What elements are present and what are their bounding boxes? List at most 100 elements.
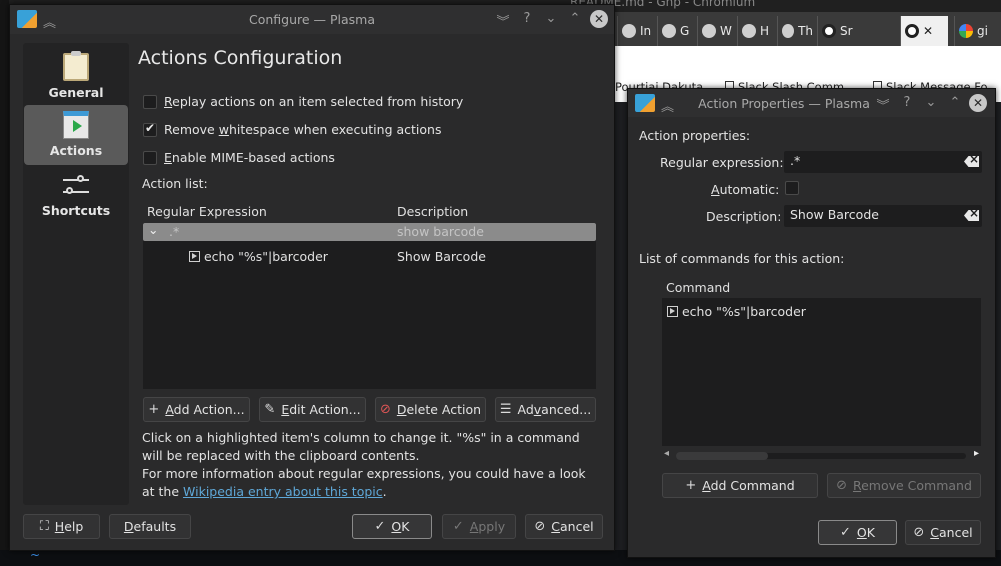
- tab-favicon-icon: [622, 24, 636, 38]
- minimize-icon[interactable]: ⌄: [543, 11, 559, 26]
- keep-below-icon[interactable]: ︾: [875, 95, 891, 114]
- tab-favicon-icon: [782, 24, 795, 38]
- edit-action-button[interactable]: ✎ Edit Action...: [259, 397, 366, 422]
- close-icon[interactable]: ✕: [969, 94, 987, 112]
- ok-button[interactable]: ✓ OK: [352, 514, 432, 539]
- row-regex: .*: [169, 224, 180, 239]
- commands-label: List of commands for this action:: [639, 251, 845, 266]
- cancel-circle-icon: ⊘: [534, 519, 546, 534]
- check-icon: ✓: [374, 519, 386, 534]
- plus-icon: +: [685, 478, 697, 493]
- cancel-button[interactable]: ⊘ Cancel: [525, 514, 603, 539]
- mime-option[interactable]: Enable MIME-based actions: [143, 150, 335, 165]
- column-header-command[interactable]: Command: [666, 280, 730, 295]
- ok-button[interactable]: ✓ OK: [818, 520, 897, 545]
- maximize-icon[interactable]: ⌃: [947, 95, 963, 110]
- row-description: show barcode: [397, 224, 484, 239]
- cancel-button[interactable]: ⊘ Cancel: [905, 520, 981, 545]
- remove-whitespace-option[interactable]: Remove whitespace when executing actions: [143, 121, 442, 137]
- browser-tab[interactable]: Sr: [817, 16, 857, 46]
- scroll-left-icon[interactable]: ◂: [664, 448, 669, 459]
- help-question-icon[interactable]: ?: [899, 95, 915, 110]
- horizontal-scrollbar[interactable]: ◂ ▸: [662, 448, 981, 463]
- check-icon: ✓: [840, 525, 851, 540]
- mime-checkbox[interactable]: [143, 150, 157, 165]
- browser-tab[interactable]: In: [617, 16, 657, 46]
- category-label: Shortcuts: [41, 203, 111, 218]
- delete-action-button[interactable]: ⊘ Delete Action: [375, 397, 486, 422]
- category-label: Actions: [49, 143, 103, 158]
- check-icon: ✓: [452, 519, 464, 534]
- tab-close-icon[interactable]: ✕: [923, 24, 933, 38]
- configure-titlebar[interactable]: ︽ Configure — Plasma ︾ ? ⌄ ⌃ ✕: [10, 5, 614, 34]
- pencil-icon: ✎: [264, 402, 276, 417]
- clipboard-icon: [63, 51, 89, 81]
- maximize-icon[interactable]: ⌃: [567, 11, 583, 26]
- browser-tab[interactable]: H: [737, 16, 777, 46]
- wikipedia-link[interactable]: Wikipedia entry about this topic: [183, 484, 383, 499]
- section-title: Action properties:: [639, 128, 751, 143]
- desktop-strip: [0, 0, 9, 566]
- google-icon: [959, 24, 973, 38]
- action-list[interactable]: Regular Expression Description ⌄ .* show…: [143, 201, 596, 389]
- help-lifebuoy-icon: ⛶: [39, 519, 49, 534]
- help-button[interactable]: ⛶ Help: [23, 514, 100, 539]
- browser-tab[interactable]: G: [657, 16, 697, 46]
- mime-label: Enable MIME-based actions: [164, 150, 335, 165]
- advanced-button[interactable]: ☰ Advanced...: [495, 397, 596, 422]
- browser-tab[interactable]: W: [697, 16, 737, 46]
- action-list-label: Action list:: [142, 176, 208, 191]
- remove-command-button[interactable]: ⊘ Remove Command: [827, 473, 981, 498]
- minimize-icon[interactable]: ⌄: [923, 95, 939, 110]
- remove-whitespace-label: Remove whitespace when executing actions: [164, 122, 442, 137]
- action-row-selected[interactable]: ⌄ .* show barcode: [143, 222, 596, 241]
- automatic-checkbox[interactable]: [785, 181, 799, 195]
- action-list-header: Regular Expression Description: [143, 201, 596, 223]
- add-command-button[interactable]: + Add Command: [662, 473, 818, 498]
- list-icon: ☰: [499, 402, 512, 417]
- help-text: Click on a highlighted item's column to …: [142, 430, 586, 499]
- category-general[interactable]: General: [24, 47, 128, 107]
- remove-whitespace-checkbox[interactable]: [143, 121, 157, 137]
- close-icon[interactable]: ✕: [590, 10, 608, 28]
- description-field[interactable]: Show Barcode: [784, 205, 982, 227]
- browser-tab-active[interactable]: ✕: [900, 16, 948, 46]
- defaults-button[interactable]: Defaults: [109, 514, 191, 539]
- command-list-header: Command: [662, 276, 981, 298]
- category-actions[interactable]: Actions: [24, 105, 128, 165]
- scroll-right-icon[interactable]: ▸: [974, 448, 979, 459]
- cancel-circle-icon: ⊘: [913, 525, 925, 540]
- terminal-icon: [189, 251, 200, 262]
- github-icon: [905, 24, 919, 38]
- command-row[interactable]: echo "%s"|barcoder: [667, 304, 806, 319]
- regex-field[interactable]: .*: [784, 151, 982, 173]
- browser-tab[interactable]: Th: [777, 16, 817, 46]
- tab-favicon-icon: [742, 24, 756, 38]
- description-label: Description:: [706, 209, 782, 224]
- regex-label: Regular expression:: [660, 155, 784, 170]
- command-list[interactable]: Command echo "%s"|barcoder: [662, 276, 981, 446]
- help-question-icon[interactable]: ?: [519, 11, 535, 26]
- chevron-down-icon[interactable]: ⌄: [148, 222, 158, 237]
- tab-favicon-icon: [702, 24, 716, 38]
- tab-favicon-icon: [662, 24, 676, 38]
- automatic-label: Automatic:: [711, 182, 780, 197]
- scrollbar-thumb[interactable]: [676, 452, 768, 460]
- browser-tab[interactable]: gi: [954, 16, 1001, 46]
- props-titlebar[interactable]: ︽ Action Properties — Plasma ︾ ? ⌄ ⌃ ✕: [628, 89, 995, 117]
- category-shortcuts[interactable]: Shortcuts: [24, 165, 128, 225]
- clear-text-icon[interactable]: [964, 210, 979, 221]
- column-header-description[interactable]: Description: [397, 204, 468, 219]
- replay-option[interactable]: Replay actions on an item selected from …: [143, 94, 463, 109]
- add-action-button[interactable]: + Add Action...: [143, 397, 250, 422]
- clear-text-icon[interactable]: [964, 156, 979, 167]
- delete-circle-icon: ⊘: [379, 402, 391, 417]
- keep-above-icon[interactable]: ︽: [661, 96, 674, 115]
- category-sidebar: General Actions Shortcuts: [23, 43, 129, 505]
- window-title: Action Properties — Plasma: [698, 96, 870, 111]
- keep-below-icon[interactable]: ︾: [495, 11, 511, 30]
- column-header-regex[interactable]: Regular Expression: [147, 204, 267, 219]
- replay-checkbox[interactable]: [143, 94, 157, 109]
- actions-icon: [63, 111, 89, 139]
- apply-button[interactable]: ✓ Apply: [442, 514, 516, 539]
